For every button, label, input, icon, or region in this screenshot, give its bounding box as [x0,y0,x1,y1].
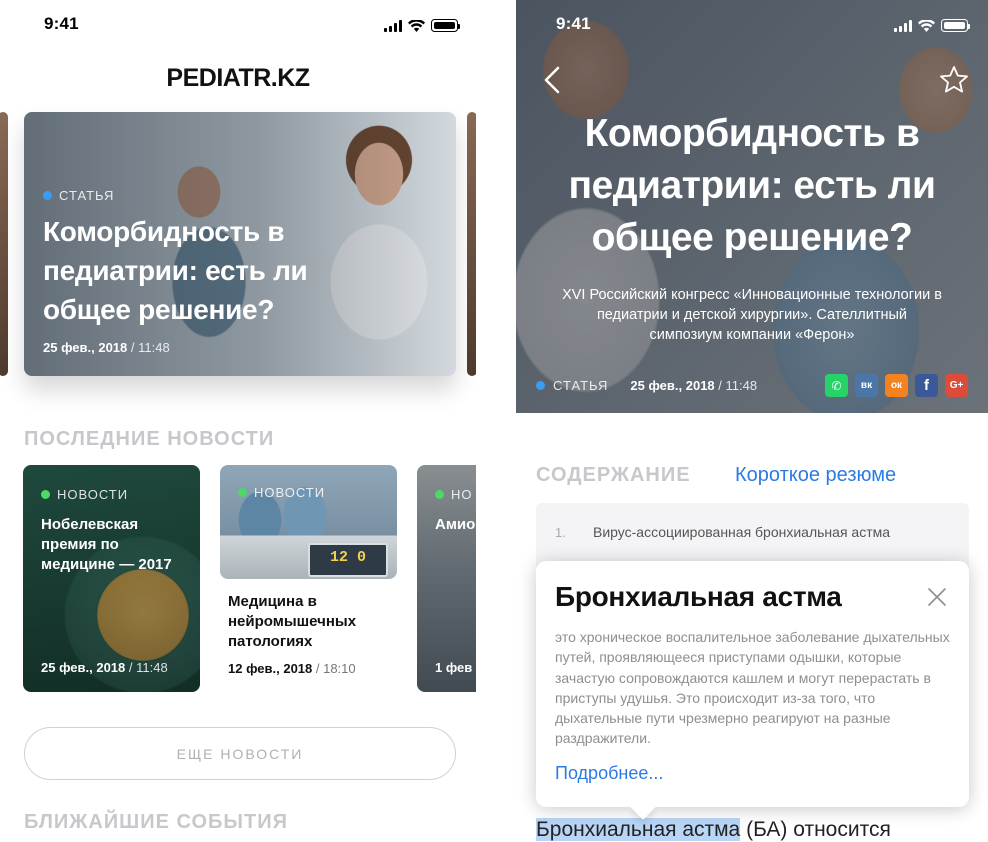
popover-title: Бронхиальная астма [555,581,842,612]
news-title: Медицина в нейромышечных патологиях [228,593,357,650]
news-date: 1 фев [435,660,473,675]
wifi-icon [918,20,935,32]
news-card[interactable]: НО Амио боко скле 1 фев [417,465,476,692]
contents-item[interactable]: Вирус-ассоциированная бронхиальная астма [593,524,890,540]
summary-link[interactable]: Короткое резюме [735,464,896,487]
news-title: Нобелевская премия по медицине — 2017 [41,516,172,573]
featured-article-card[interactable]: СТАТЬЯ Коморбидность в педиатрии: есть л… [24,112,456,376]
tag-dot-icon [536,381,545,390]
odnoklassniki-icon[interactable]: ок [885,374,908,397]
cellular-signal-icon [384,20,402,32]
monitor-image: 12 0 [308,543,388,577]
article-screen: Коморбидность в педиатрии: есть ли общее… [516,0,988,842]
article-tag: СТАТЬЯ [553,378,609,393]
definition-popover: Бронхиальная астма это хроническое воспа… [536,561,969,807]
list-item-number: 1. [555,525,566,540]
tag-dot-icon [238,488,247,497]
news-card[interactable]: 12 0 НОВОСТИ Медицина в нейромышечных па… [220,465,397,692]
news-image: 12 0 [220,465,397,579]
featured-article-title: Коморбидность в педиатрии: есть ли общее… [43,216,308,325]
carousel-next-card[interactable] [467,112,476,376]
close-icon[interactable] [925,585,949,609]
back-chevron-icon[interactable] [538,64,570,96]
news-tag: НОВОСТИ [238,485,325,500]
news-card[interactable]: НОВОСТИ Нобелевская премия по медицине —… [23,465,200,692]
article-tag: СТАТЬЯ [43,188,114,203]
facebook-icon[interactable]: f [915,374,938,397]
highlighted-term[interactable]: Бронхиальная астма [536,818,741,841]
wifi-icon [408,20,425,32]
article-meta: СТАТЬЯ 25 фев., 2018 / 11:48 [536,378,757,393]
home-screen: 9:41 PEDIATR.KZ СТАТЬЯ Коморбидность в п… [0,0,476,842]
status-bar: 9:41 [0,0,476,52]
whatsapp-icon[interactable]: ✆ [825,374,848,397]
upcoming-events-heading: БЛИЖАЙШИЕ СОБЫТИЯ [24,811,288,833]
tag-dot-icon [435,490,444,499]
battery-icon [941,19,970,32]
bookmark-star-icon[interactable] [938,64,970,96]
news-tag: НОВОСТИ [41,487,128,502]
article-date: 25 фев., 2018 / 11:48 [630,378,758,393]
carousel-prev-card[interactable] [0,112,8,376]
article-subtitle: XVI Российский конгресс «Инновационные т… [562,287,942,343]
featured-article-date: 25 фев., 2018 / 11:48 [43,340,170,355]
popover-definition: это хроническое воспалительное заболеван… [555,629,950,747]
news-date: 12 фев., 2018 / 18:10 [228,661,356,676]
news-tag: НО [435,487,473,502]
share-buttons: ✆ вк ок f G+ [825,374,968,397]
article-hero: Коморбидность в педиатрии: есть ли общее… [516,0,988,413]
contents-heading: СОДЕРЖАНИЕ [536,464,691,486]
cellular-signal-icon [894,20,912,32]
status-time: 9:41 [44,14,79,33]
article-body-text: Бронхиальная астма (БА) относится [536,818,891,841]
battery-icon [431,19,460,32]
tag-dot-icon [41,490,50,499]
article-title: Коморбидность в педиатрии: есть ли общее… [568,112,936,259]
status-time: 9:41 [556,14,591,33]
tag-dot-icon [43,191,52,200]
latest-news-heading: ПОСЛЕДНИЕ НОВОСТИ [24,428,275,450]
news-title: Амио боко скле [435,516,476,533]
news-date: 25 фев., 2018 / 11:48 [41,660,168,675]
status-bar: 9:41 [516,0,988,52]
google-plus-icon[interactable]: G+ [945,374,968,397]
app-logo[interactable]: PEDIATR.KZ [0,64,476,93]
read-more-link[interactable]: Подробнее... [555,763,663,784]
more-news-button[interactable]: ЕЩЕ НОВОСТИ [24,727,456,780]
vk-icon[interactable]: вк [855,374,878,397]
